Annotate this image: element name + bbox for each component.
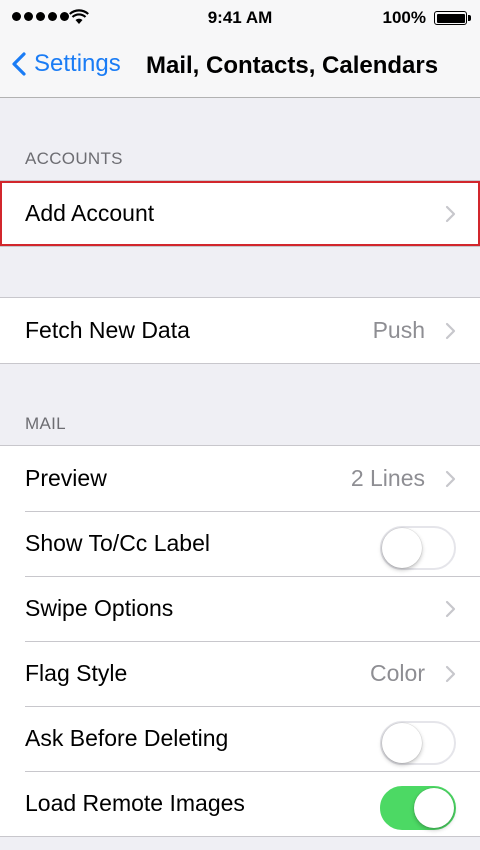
fetch-new-data-cell[interactable]: Fetch New Data Push <box>0 298 480 363</box>
load-remote-images-cell: Load Remote Images <box>0 771 480 836</box>
ask-before-deleting-cell: Ask Before Deleting <box>0 706 480 771</box>
flag-style-value: Color <box>370 660 425 686</box>
preview-value: 2 Lines <box>350 465 425 491</box>
top-bar: 9:41 AM 100% Settings Mail, Contacts, Ca… <box>0 0 480 98</box>
load-remote-images-label: Load Remote Images <box>25 790 245 816</box>
chevron-right-icon <box>445 205 456 223</box>
settings-screen: 9:41 AM 100% Settings Mail, Contacts, Ca… <box>0 0 480 850</box>
status-bar: 9:41 AM 100% <box>0 0 480 36</box>
show-to-cc-toggle[interactable] <box>380 526 456 570</box>
mail-section-header: MAIL <box>25 414 66 433</box>
chevron-left-icon <box>12 52 26 76</box>
preview-label: Preview <box>25 465 107 491</box>
mail-group: Preview 2 Lines Show To/Cc Label Swipe O… <box>0 445 480 837</box>
fetch-group: Fetch New Data Push <box>0 297 480 364</box>
load-remote-images-toggle[interactable] <box>380 786 456 830</box>
back-button-label: Settings <box>34 50 121 77</box>
accounts-section-header: ACCOUNTS <box>25 149 123 168</box>
show-to-cc-label: Show To/Cc Label <box>25 530 210 556</box>
add-account-cell[interactable]: Add Account <box>0 181 480 246</box>
add-account-label: Add Account <box>25 200 155 226</box>
preview-cell[interactable]: Preview 2 Lines <box>0 446 480 511</box>
chevron-right-icon <box>445 470 456 488</box>
show-to-cc-cell: Show To/Cc Label <box>0 511 480 576</box>
flag-style-label: Flag Style <box>25 660 128 686</box>
flag-style-cell[interactable]: Flag Style Color <box>0 641 480 706</box>
chevron-right-icon <box>445 600 456 618</box>
swipe-options-cell[interactable]: Swipe Options <box>0 576 480 641</box>
battery-icon <box>434 11 471 25</box>
fetch-new-data-value: Push <box>372 317 425 343</box>
chevron-right-icon <box>445 665 456 683</box>
swipe-options-label: Swipe Options <box>25 595 174 621</box>
accounts-group: Add Account <box>0 180 480 247</box>
back-button[interactable]: Settings <box>12 50 121 78</box>
chevron-right-icon <box>445 322 456 340</box>
ask-before-deleting-label: Ask Before Deleting <box>25 725 229 751</box>
page-title: Mail, Contacts, Calendars <box>146 52 439 79</box>
ask-before-deleting-toggle[interactable] <box>380 721 456 765</box>
fetch-new-data-label: Fetch New Data <box>25 317 190 343</box>
navigation-bar: Settings Mail, Contacts, Calendars <box>0 36 480 97</box>
battery-percent: 100% <box>382 8 426 27</box>
